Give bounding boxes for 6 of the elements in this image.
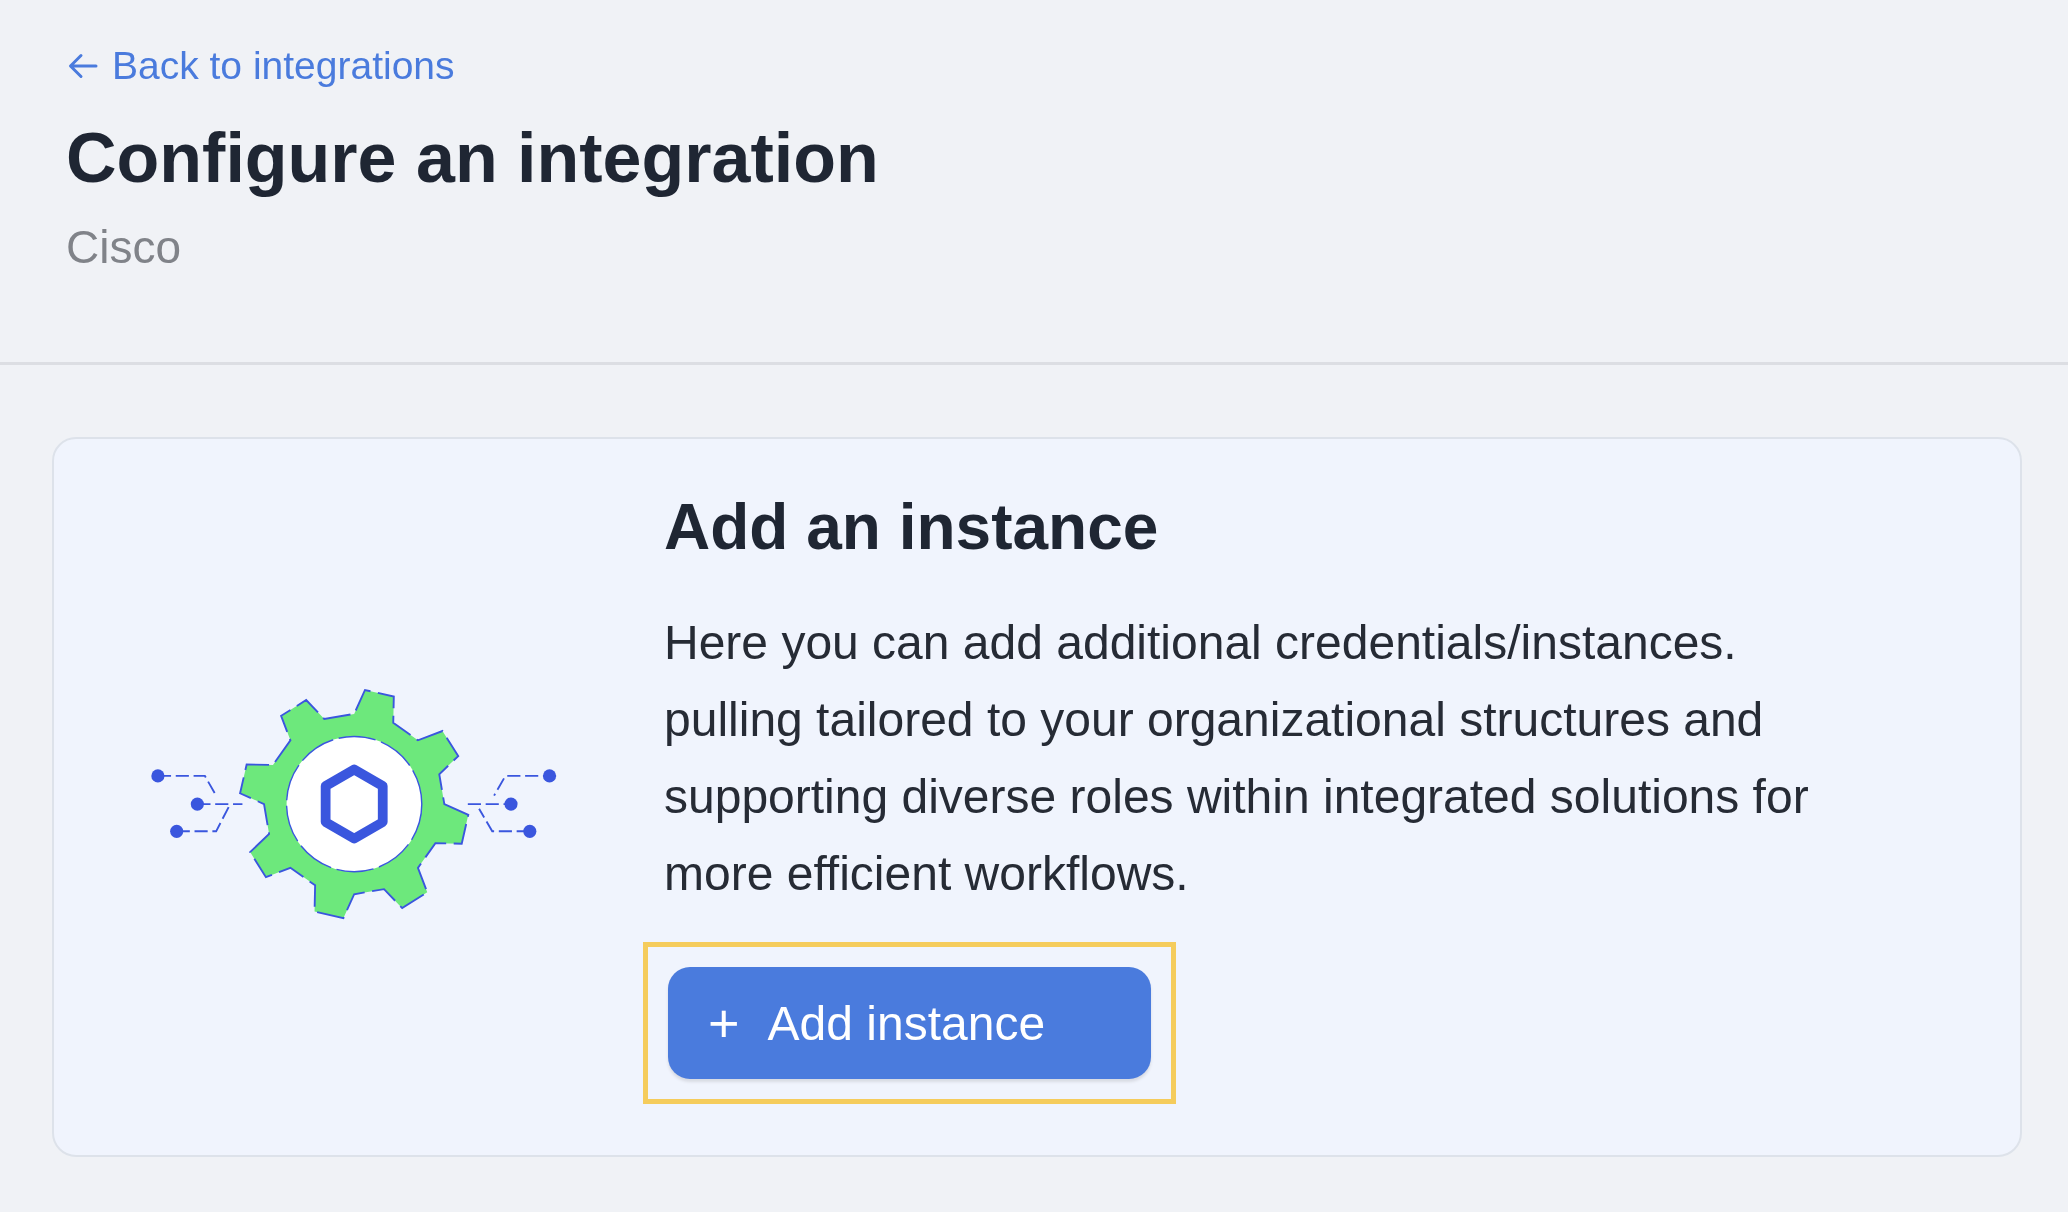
description-text: Here you can add additional credentials/instances. pulling tailored to your organizational structures and supporting diverse roles within integrated solutions for more efficient workflows. (664, 615, 1810, 902)
page-title: Configure an integration (66, 118, 880, 198)
add-instance-button[interactable]: + Add instance (668, 967, 1151, 1079)
integration-name: Cisco (66, 220, 183, 274)
section-title: Add an instance (664, 490, 1159, 564)
back-link[interactable]: Back to integrations (66, 44, 455, 88)
